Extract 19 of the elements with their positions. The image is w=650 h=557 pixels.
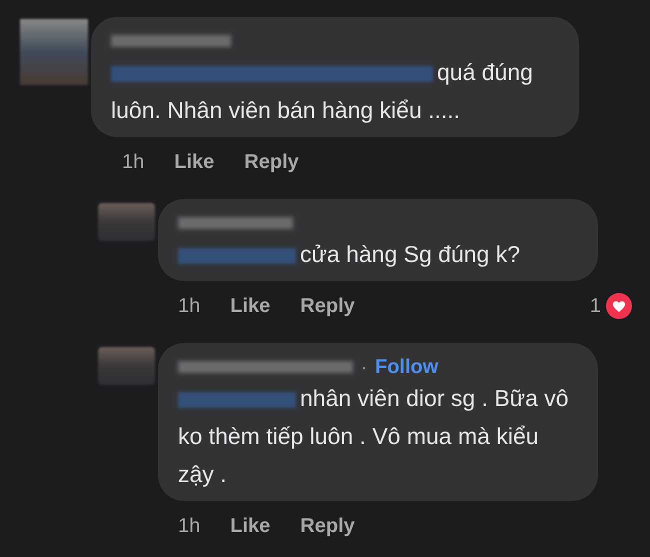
comment-action[interactable]: Reply — [244, 147, 299, 177]
reaction-count: 1 — [590, 294, 601, 319]
separator: · — [361, 356, 367, 378]
comment-action[interactable]: Reply — [300, 291, 355, 321]
comment-time: 1h — [122, 150, 144, 175]
follow-link[interactable]: Follow — [375, 352, 438, 382]
avatar — [98, 203, 155, 241]
comment-action[interactable]: Like — [230, 291, 270, 321]
comment-time: 1h — [178, 514, 200, 539]
comment-action[interactable]: Like — [174, 147, 214, 177]
comment-time: 1h — [178, 294, 200, 319]
comment-text: quá đúng luôn. Nhân viên bán hàng kiểu ..... — [111, 58, 534, 125]
comment-text: nhân viên dior sg . Bữa vô ko thèm tiếp luôn . Vô mua mà kiểu zậy . — [178, 384, 570, 489]
comment-action[interactable]: Reply — [300, 511, 355, 541]
comment-action[interactable]: Like — [230, 511, 270, 541]
comment-text: cửa hàng Sg đúng k? — [178, 235, 578, 273]
avatar — [20, 19, 88, 85]
heart-reaction-icon — [605, 292, 633, 320]
avatar — [98, 347, 155, 385]
